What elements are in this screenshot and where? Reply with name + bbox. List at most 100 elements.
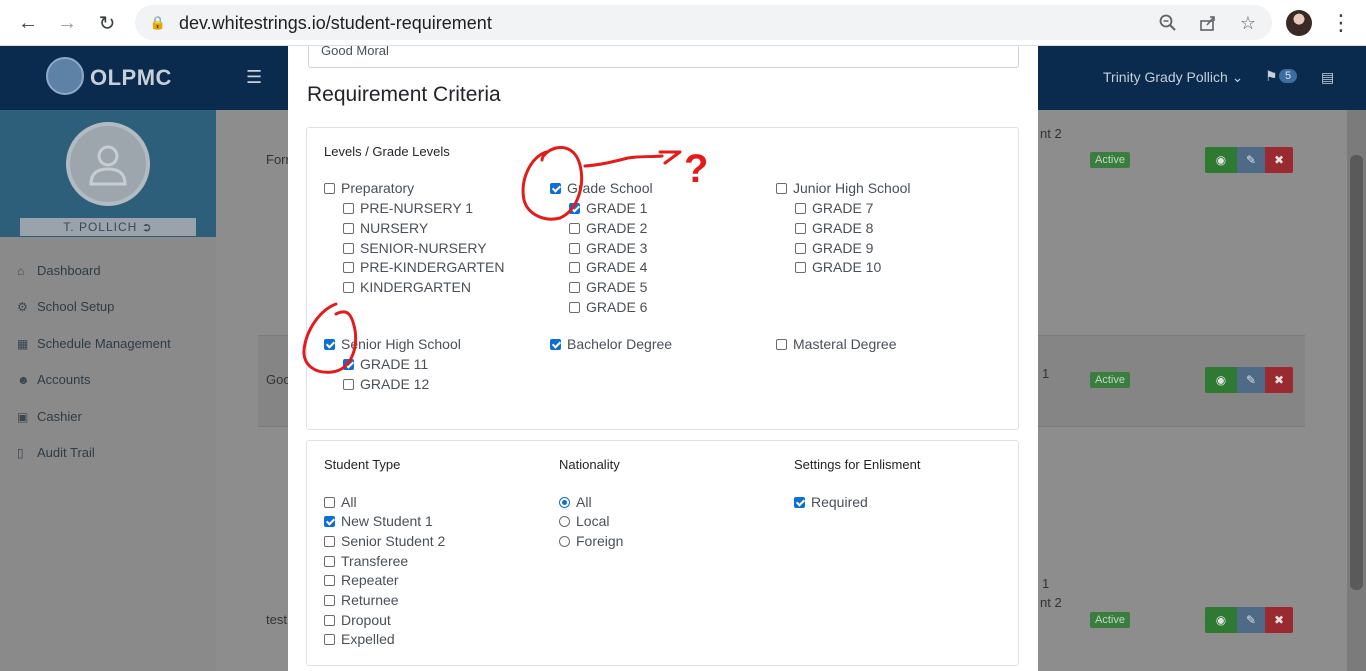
grade-checkbox[interactable]: GRADE 2 — [569, 220, 647, 236]
student-type-checkbox[interactable]: All — [324, 494, 357, 510]
checkbox[interactable] — [343, 222, 354, 234]
student-type-checkbox[interactable]: New Student 1 — [324, 513, 433, 529]
level-checkbox-junior-high[interactable]: Junior High School — [776, 180, 911, 196]
delete-button[interactable]: ✖ — [1265, 607, 1293, 633]
toggle-button[interactable]: ◉ — [1205, 367, 1237, 393]
checkbox[interactable] — [324, 574, 335, 586]
checkbox[interactable] — [343, 281, 354, 293]
browser-menu-icon[interactable]: ⋮ — [1330, 10, 1352, 36]
sidebar-item-dashboard[interactable]: ⌂ Dashboard — [17, 263, 101, 278]
checkbox[interactable] — [795, 222, 806, 234]
sidebar-item-cashier[interactable]: ▣ Cashier — [17, 409, 82, 424]
sidebar-item-accounts[interactable]: ☻ Accounts — [17, 372, 90, 387]
checkbox[interactable] — [324, 496, 335, 508]
checkbox[interactable] — [550, 182, 561, 194]
checkbox[interactable] — [343, 261, 354, 273]
checkbox[interactable] — [324, 614, 335, 626]
toggle-button[interactable]: ◉ — [1205, 607, 1237, 633]
url-text[interactable]: dev.whitestrings.io/student-requirement — [179, 13, 492, 34]
checkbox[interactable] — [324, 555, 335, 567]
checkbox[interactable] — [343, 202, 354, 214]
scrollbar-thumb[interactable] — [1350, 155, 1363, 590]
grade-checkbox[interactable]: PRE-KINDERGARTEN — [343, 259, 504, 275]
address-bar[interactable]: 🔒 dev.whitestrings.io/student-requiremen… — [135, 5, 1272, 40]
radio[interactable] — [559, 496, 570, 508]
checkbox[interactable] — [569, 281, 580, 293]
logout-icon[interactable]: ➲ — [142, 220, 153, 234]
checkbox[interactable] — [794, 496, 805, 508]
enlistment-required-checkbox[interactable]: Required — [794, 494, 868, 510]
grade-checkbox[interactable]: GRADE 3 — [569, 240, 647, 256]
grade-checkbox[interactable]: SENIOR-NURSERY — [343, 240, 487, 256]
grade-checkbox[interactable]: NURSERY — [343, 220, 428, 236]
lock-icon[interactable]: 🔒 — [147, 12, 169, 34]
radio[interactable] — [559, 535, 570, 547]
checkbox[interactable] — [569, 261, 580, 273]
toggle-button[interactable]: ◉ — [1205, 147, 1237, 173]
grade-checkbox[interactable]: GRADE 9 — [795, 240, 873, 256]
level-checkbox-senior-high[interactable]: Senior High School — [324, 336, 461, 352]
checkbox[interactable] — [776, 182, 787, 194]
share-icon[interactable] — [1197, 12, 1219, 34]
edit-button[interactable]: ✎ — [1237, 147, 1265, 173]
student-type-checkbox[interactable]: Transferee — [324, 553, 408, 569]
checkbox[interactable] — [324, 182, 335, 194]
grade-checkbox[interactable]: GRADE 8 — [795, 220, 873, 236]
zoom-icon[interactable] — [1157, 12, 1179, 34]
grade-checkbox[interactable]: GRADE 12 — [343, 376, 429, 392]
grade-checkbox[interactable]: GRADE 4 — [569, 259, 647, 275]
checkbox[interactable] — [550, 338, 561, 350]
checkbox[interactable] — [569, 242, 580, 254]
grade-checkbox[interactable]: GRADE 6 — [569, 299, 647, 315]
grade-checkbox[interactable]: GRADE 11 — [343, 356, 428, 372]
student-type-checkbox[interactable]: Senior Student 2 — [324, 533, 445, 549]
grade-checkbox[interactable]: PRE-NURSERY 1 — [343, 200, 473, 216]
checkbox[interactable] — [569, 222, 580, 234]
hamburger-menu-icon[interactable]: ☰ — [246, 67, 262, 88]
grade-checkbox[interactable]: GRADE 7 — [795, 200, 873, 216]
checkbox[interactable] — [795, 242, 806, 254]
reload-icon[interactable]: ↻ — [93, 9, 121, 37]
bookmark-star-icon[interactable]: ☆ — [1237, 12, 1259, 34]
level-checkbox-preparatory[interactable]: Preparatory — [324, 180, 414, 196]
level-checkbox-masteral[interactable]: Masteral Degree — [776, 336, 897, 352]
checkbox[interactable] — [324, 535, 335, 547]
grade-checkbox[interactable]: GRADE 10 — [795, 259, 881, 275]
student-type-checkbox[interactable]: Dropout — [324, 612, 391, 628]
radio[interactable] — [559, 515, 570, 527]
user-menu[interactable]: Trinity Grady Pollich ⌄ — [1103, 69, 1243, 86]
nationality-radio[interactable]: Local — [559, 513, 609, 529]
checkbox[interactable] — [795, 202, 806, 214]
grade-checkbox[interactable]: KINDERGARTEN — [343, 279, 471, 295]
grade-checkbox[interactable]: GRADE 5 — [569, 279, 647, 295]
back-icon[interactable]: ← — [14, 9, 42, 37]
checkbox[interactable] — [324, 594, 335, 606]
checkbox[interactable] — [324, 515, 335, 527]
checkbox[interactable] — [569, 202, 580, 214]
forward-icon[interactable]: → — [53, 9, 81, 37]
sidebar-item-audit-trail[interactable]: ▯ Audit Trail — [17, 445, 95, 460]
level-checkbox-grade-school[interactable]: Grade School — [550, 180, 653, 196]
student-type-checkbox[interactable]: Repeater — [324, 572, 399, 588]
checkbox[interactable] — [343, 378, 354, 390]
edit-button[interactable]: ✎ — [1237, 367, 1265, 393]
checkbox[interactable] — [795, 261, 806, 273]
flag-icon[interactable]: ⚑ — [1265, 68, 1278, 85]
checkbox[interactable] — [776, 338, 787, 350]
nationality-radio[interactable]: Foreign — [559, 533, 623, 549]
list-menu-icon[interactable]: ▤ — [1321, 69, 1334, 86]
edit-button[interactable]: ✎ — [1237, 607, 1265, 633]
grade-checkbox[interactable]: GRADE 1 — [569, 200, 647, 216]
checkbox[interactable] — [324, 633, 335, 645]
student-type-checkbox[interactable]: Expelled — [324, 631, 395, 647]
sidebar-item-schedule-management[interactable]: ▦ Schedule Management — [17, 336, 171, 351]
checkbox[interactable] — [343, 242, 354, 254]
checkbox[interactable] — [343, 358, 354, 370]
level-checkbox-bachelor[interactable]: Bachelor Degree — [550, 336, 672, 352]
delete-button[interactable]: ✖ — [1265, 367, 1293, 393]
checkbox[interactable] — [569, 301, 580, 313]
student-type-checkbox[interactable]: Returnee — [324, 592, 399, 608]
sidebar-item-school-setup[interactable]: ⚙ School Setup — [17, 299, 114, 314]
nationality-radio[interactable]: All — [559, 494, 592, 510]
requirement-name-input[interactable]: Good Moral — [308, 46, 1019, 68]
